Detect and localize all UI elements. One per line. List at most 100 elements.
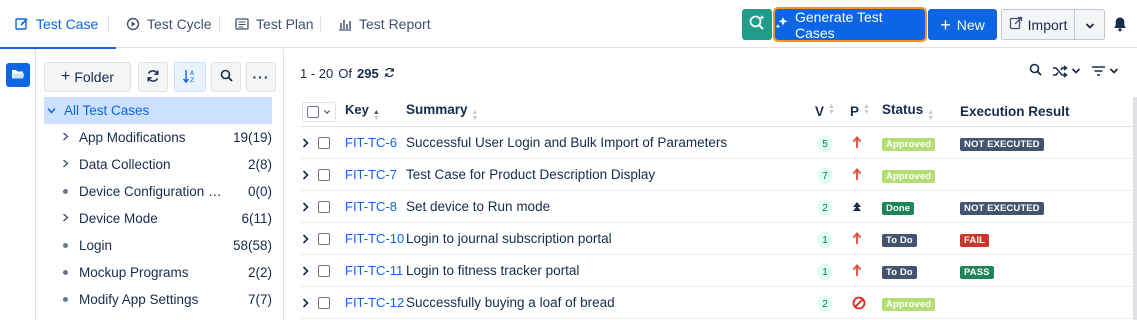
add-folder-button[interactable]: + Folder bbox=[44, 62, 131, 92]
table-row[interactable]: FIT-TC-7 Test Case for Product Descriptio… bbox=[300, 159, 1137, 191]
filter-menu-button[interactable] bbox=[1091, 65, 1119, 77]
folder-item[interactable]: Modify App Settings 7(7) bbox=[44, 286, 272, 313]
row-select bbox=[300, 232, 345, 245]
add-folder-label: Folder bbox=[74, 69, 115, 85]
import-button[interactable]: Import bbox=[1001, 9, 1074, 40]
row-checkbox[interactable] bbox=[318, 136, 330, 149]
chevron-right-icon[interactable] bbox=[302, 169, 312, 180]
page-of: Of bbox=[338, 66, 352, 81]
tab-label: Test Case bbox=[36, 16, 99, 32]
column-header-execution-result[interactable]: Execution Result bbox=[960, 104, 1120, 119]
row-checkbox[interactable] bbox=[318, 200, 330, 213]
test-case-key-link[interactable]: FIT-TC-8 bbox=[345, 199, 406, 214]
table-row[interactable]: FIT-TC-12 Successfully buying a loaf of b… bbox=[300, 287, 1137, 319]
chevron-down-icon[interactable] bbox=[44, 105, 58, 117]
version-badge: 7 bbox=[817, 168, 833, 184]
column-header-status[interactable]: Status ▲ ▼ bbox=[882, 102, 960, 122]
header-label: Summary bbox=[406, 101, 468, 117]
version-badge: 2 bbox=[817, 200, 833, 216]
search-icon bbox=[220, 69, 233, 85]
tab-test-cycle[interactable]: Test Cycle bbox=[125, 0, 212, 48]
folder-name: Modify App Settings bbox=[79, 292, 199, 307]
table-row[interactable]: FIT-TC-8 Set device to Run mode 2 Done NOT E… bbox=[300, 191, 1137, 223]
tab-test-case[interactable]: Test Case bbox=[0, 0, 117, 49]
chevron-right-icon[interactable] bbox=[302, 201, 312, 212]
sort-icon: ▲ ▼ bbox=[863, 103, 870, 116]
select-all-checkbox[interactable] bbox=[307, 105, 319, 118]
test-case-summary[interactable]: Login to journal subscription portal bbox=[406, 231, 815, 246]
test-case-key-link[interactable]: FIT-TC-6 bbox=[345, 135, 406, 150]
row-checkbox[interactable] bbox=[318, 296, 330, 309]
test-case-grid: Key ▲ ▼ Summary ▲ ▼ V ▲ ▼ P ▲ ▼ Status ▲ ▼ Executi… bbox=[300, 97, 1137, 319]
version-cell: 1 bbox=[815, 261, 850, 280]
folder-item[interactable]: Login 58(58) bbox=[44, 232, 272, 259]
row-checkbox[interactable] bbox=[318, 264, 330, 277]
version-cell: 1 bbox=[815, 229, 850, 248]
column-header-version[interactable]: V ▲ ▼ bbox=[815, 103, 850, 119]
chevron-right-icon[interactable] bbox=[302, 297, 312, 308]
tab-test-report[interactable]: Test Report bbox=[337, 0, 431, 48]
page-range: 1 - 20 bbox=[300, 66, 334, 81]
sort-folders-button[interactable]: AZ bbox=[174, 62, 206, 92]
bell-icon[interactable] bbox=[1112, 16, 1128, 32]
plan-icon bbox=[234, 16, 250, 32]
chevron-down-icon bbox=[1109, 68, 1119, 74]
ai-search-button[interactable] bbox=[742, 9, 772, 40]
search-folders-button[interactable] bbox=[211, 62, 241, 92]
reload-icon[interactable] bbox=[384, 66, 395, 81]
folder-panel: + Folder AZ ··· All Test Cases App Modif… bbox=[36, 49, 284, 320]
priority-cell bbox=[850, 200, 882, 213]
column-header-key[interactable]: Key ▲ ▼ bbox=[345, 102, 406, 122]
new-button[interactable]: + New bbox=[928, 9, 997, 40]
folder-item[interactable]: App Modifications 19(19) bbox=[44, 124, 272, 151]
chevron-right-icon[interactable] bbox=[58, 212, 72, 225]
select-all-control[interactable] bbox=[300, 101, 345, 122]
folder-item[interactable]: Mockup Programs 2(2) bbox=[44, 259, 272, 286]
version-badge: 1 bbox=[817, 264, 833, 280]
test-case-key-link[interactable]: FIT-TC-11 bbox=[345, 263, 406, 278]
shuffle-menu-button[interactable] bbox=[1052, 64, 1081, 78]
tab-test-plan[interactable]: Test Plan bbox=[234, 0, 314, 48]
refresh-folders-button[interactable] bbox=[138, 62, 168, 92]
test-case-summary[interactable]: Login to fitness tracker portal bbox=[406, 263, 815, 278]
folder-item[interactable]: Device Mode 6(11) bbox=[44, 205, 272, 232]
chevron-right-icon[interactable] bbox=[302, 137, 312, 148]
test-case-summary[interactable]: Test Case for Product Description Displa… bbox=[406, 167, 815, 182]
priority-cell bbox=[850, 136, 882, 149]
table-row[interactable]: FIT-TC-11 Login to fitness tracker portal… bbox=[300, 255, 1137, 287]
generate-test-cases-button[interactable]: Generate Test Cases bbox=[773, 7, 927, 42]
search-icon[interactable] bbox=[1029, 63, 1042, 79]
chevron-right-icon[interactable] bbox=[58, 158, 72, 171]
vertical-scrollbar[interactable] bbox=[1133, 97, 1137, 320]
chevron-right-icon[interactable] bbox=[58, 131, 72, 144]
import-dropdown-button[interactable] bbox=[1074, 9, 1105, 40]
row-checkbox[interactable] bbox=[318, 168, 330, 181]
test-case-summary[interactable]: Successful User Login and Bulk Import of… bbox=[406, 135, 815, 150]
version-cell: 2 bbox=[815, 293, 850, 312]
test-case-key-link[interactable]: FIT-TC-7 bbox=[345, 167, 406, 182]
folder-item[interactable]: Device Configuration for… 0(0) bbox=[44, 178, 272, 205]
import-icon bbox=[1009, 16, 1023, 33]
folder-item[interactable]: Data Collection 2(8) bbox=[44, 151, 272, 178]
column-header-summary[interactable]: Summary ▲ ▼ bbox=[406, 102, 815, 122]
folder-name: Data Collection bbox=[79, 157, 171, 172]
folder-view-button[interactable] bbox=[6, 63, 30, 87]
tab-label: Test Report bbox=[359, 16, 431, 32]
folder-item-all[interactable]: All Test Cases bbox=[44, 97, 272, 124]
test-case-summary[interactable]: Successfully buying a loaf of bread bbox=[406, 295, 815, 310]
test-case-key-link[interactable]: FIT-TC-10 bbox=[345, 231, 406, 246]
status-cell: Approved bbox=[882, 167, 960, 183]
column-header-priority[interactable]: P ▲ ▼ bbox=[850, 103, 882, 119]
table-row[interactable]: FIT-TC-10 Login to journal subscription p… bbox=[300, 223, 1137, 255]
status-badge: Done bbox=[882, 201, 915, 215]
chevron-right-icon[interactable] bbox=[302, 265, 312, 276]
row-checkbox[interactable] bbox=[318, 232, 330, 245]
test-case-summary[interactable]: Set device to Run mode bbox=[406, 199, 815, 214]
table-row[interactable]: FIT-TC-6 Successful User Login and Bulk I… bbox=[300, 127, 1137, 159]
chevron-right-icon[interactable] bbox=[302, 233, 312, 244]
execution-result-badge: FAIL bbox=[960, 233, 989, 247]
grid-tools bbox=[1029, 63, 1119, 79]
test-case-key-link[interactable]: FIT-TC-12 bbox=[345, 295, 406, 310]
sort-icon: ▲ ▼ bbox=[471, 108, 479, 122]
more-folder-actions-button[interactable]: ··· bbox=[246, 62, 276, 92]
